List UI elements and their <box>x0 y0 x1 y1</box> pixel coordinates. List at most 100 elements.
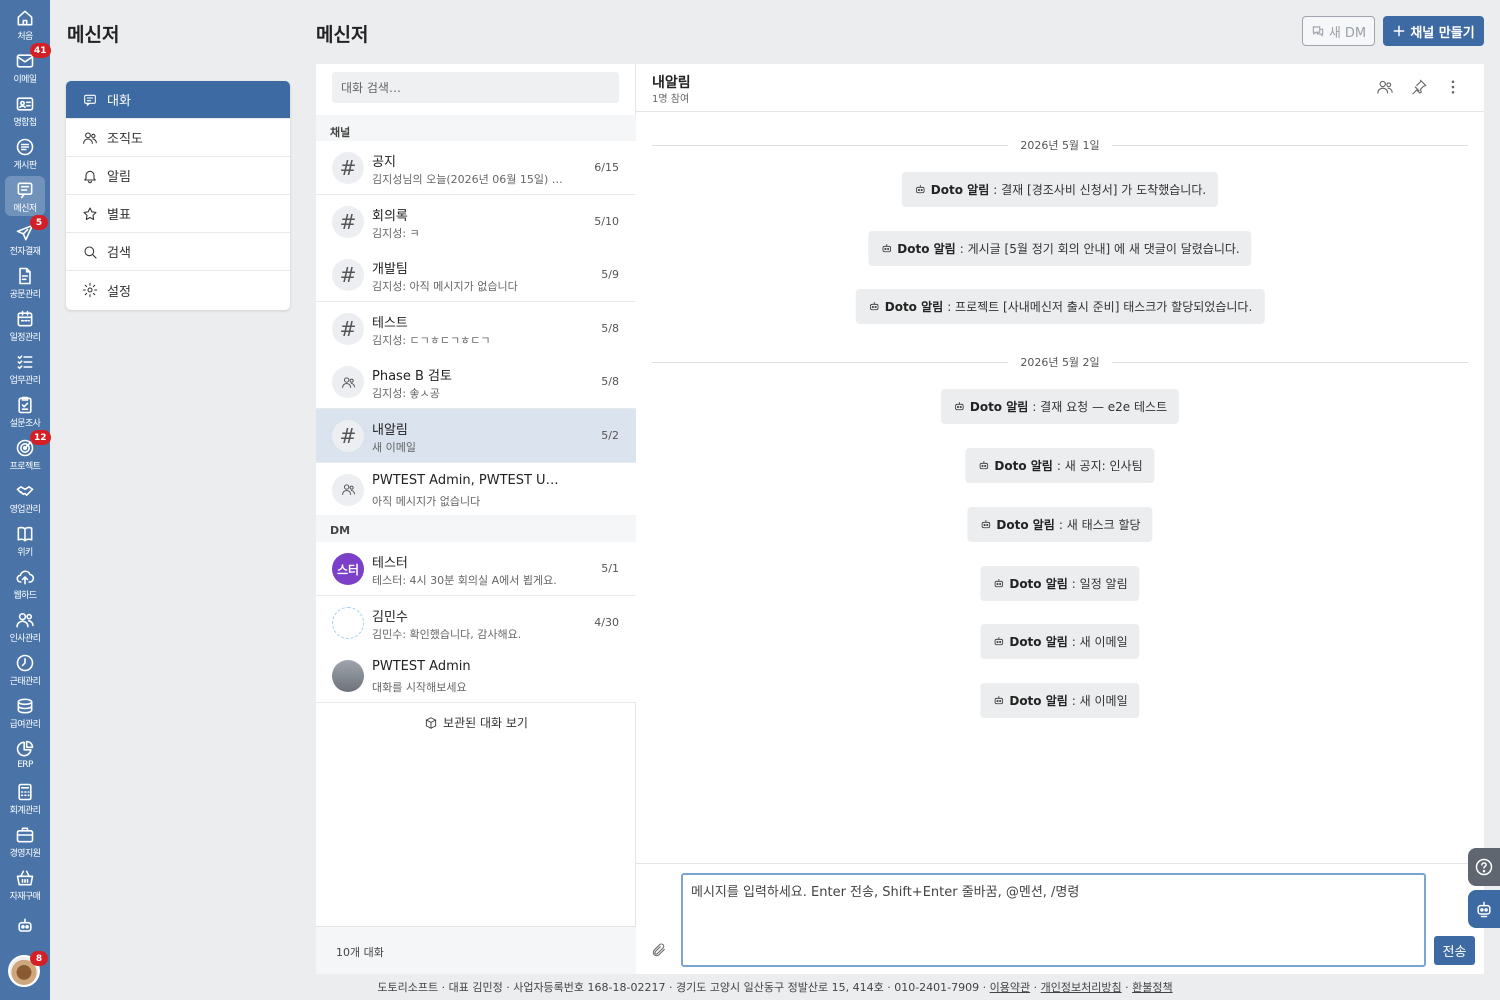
nav-item-chat[interactable]: 대화 <box>66 81 290 119</box>
robot-icon <box>882 244 891 253</box>
rail-item-label: 프로젝트 <box>9 462 41 472</box>
archived-conversations-link[interactable]: 보관된 대화 보기 <box>316 714 636 731</box>
notification-badge: 5 <box>30 215 48 230</box>
privacy-link[interactable]: 개인정보처리방침 <box>1041 981 1122 994</box>
channel-hash-icon: # <box>332 205 364 238</box>
system-message: Doto 알림: 게시글 [5월 정기 회의 안내] 에 새 댓글이 달렸습니다… <box>868 231 1252 266</box>
rail-item-calculator[interactable]: 회계관리 <box>0 778 50 820</box>
conversation-preview: 새 이메일 <box>372 441 416 454</box>
rail-item-basket[interactable]: 자재구매 <box>0 864 50 906</box>
channel-row[interactable]: # 회의록 김지성: ㅋ 5/10 <box>316 194 636 249</box>
nav-item-label: 검색 <box>107 246 131 261</box>
rail-item-task-list[interactable]: 업무관리 <box>0 348 50 390</box>
channel-row[interactable]: PWTEST Admin, PWTEST User 아직 메시지가 없습니다 <box>316 462 636 517</box>
rail-item-business-card[interactable]: 명함첩 <box>0 90 50 132</box>
channel-row[interactable]: Phase B 검토 김지성: 솧ㅅ공 5/8 <box>316 355 636 410</box>
channel-row[interactable]: # 공지김지성님의 오늘(2026년 06월 15일) 업무 보고 6/15 <box>316 141 636 195</box>
rail-item-target[interactable]: 프로젝트 12 <box>0 430 51 476</box>
conversation-preview: 아직 메시지가 없습니다 <box>372 494 481 508</box>
plus-icon <box>1393 25 1405 37</box>
robot-icon <box>870 302 879 311</box>
rail-item-approval[interactable]: 전자결재 5 <box>0 215 50 261</box>
conversation-name: 공지 <box>372 155 396 170</box>
conversation-name: 테스트 <box>372 315 408 331</box>
channel-hash-icon: # <box>332 259 364 292</box>
org-chart-icon <box>83 131 97 144</box>
notification-badge: 8 <box>30 951 48 966</box>
rail-item-book[interactable]: 위키 <box>0 520 50 562</box>
attach-button[interactable] <box>651 942 667 958</box>
dm-row[interactable]: PWTEST Admin 대화를 시작해보세요 <box>316 649 636 704</box>
date-separator: 2026년 5월 1일 <box>652 135 1468 155</box>
help-button[interactable] <box>1468 848 1500 886</box>
rail-item-cloud-upload[interactable]: 웹하드 <box>0 563 50 605</box>
rail-item-briefcase[interactable]: 경영지원 <box>0 821 50 863</box>
conversation-preview: 김지성님의 오늘(2026년 06월 15일) 업무 보고 <box>372 173 564 186</box>
channel-row[interactable]: # 내알림 새 이메일 5/2 <box>316 409 636 463</box>
dm-row[interactable]: 스터 테스터 테스터: 4시 30분 회의실 A에서 뵙게요. 5/1 <box>316 542 636 596</box>
nav-item-star[interactable]: 별표 <box>66 195 290 233</box>
nav-item-org-chart[interactable]: 조직도 <box>66 119 290 157</box>
conversation-count: 10개 대화 <box>316 926 636 974</box>
channel-row[interactable]: # 테스트 김지성: ㄷㄱㅎㄷㄱㅎㄷㄱ 5/8 <box>316 301 636 356</box>
dm-row[interactable]: 김민수 김민수: 확인했습니다, 감사해요. 4/30 <box>316 595 636 650</box>
conversation-name: PWTEST Admin <box>372 659 471 675</box>
survey-icon <box>18 396 32 414</box>
conversation-search-input[interactable] <box>332 72 619 103</box>
more-options-button[interactable] <box>1444 78 1462 96</box>
conversation-name: 개발팀 <box>372 262 408 278</box>
channels-section-label: 채널 <box>316 115 636 142</box>
rail-item-clock[interactable]: 근태관리 <box>0 649 50 691</box>
nav-item-bell[interactable]: 알림 <box>66 157 290 195</box>
refund-link[interactable]: 환불정책 <box>1132 981 1172 994</box>
chat-header: 내알림 1명 참여 <box>636 64 1484 112</box>
search-icon <box>84 245 97 259</box>
rail-item-document[interactable]: 공문관리 <box>0 262 50 304</box>
rail-item-coins[interactable]: 급여관리 <box>0 692 50 734</box>
nav-item-gear[interactable]: 설정 <box>66 271 290 309</box>
conversation-name: PWTEST Admin, PWTEST User <box>372 472 562 488</box>
rail-item-label: 일정관리 <box>9 333 41 343</box>
send-button[interactable]: 전송 <box>1434 936 1475 965</box>
rail-item-home[interactable]: 처음 <box>0 4 50 46</box>
create-channel-label: 채널 만들기 <box>1410 25 1475 41</box>
terms-link[interactable]: 이용약관 <box>990 981 1030 994</box>
rail-item-people[interactable]: 인사관리 <box>0 606 50 648</box>
channel-row[interactable]: # 개발팀 김지성: 아직 메시지가 없습니다 5/9 <box>316 248 636 303</box>
chat-bubble-icon <box>1312 26 1324 37</box>
date-separator: 2026년 5월 2일 <box>652 352 1468 372</box>
conversation-name: 김민수 <box>372 609 408 625</box>
notification-badge: 41 <box>30 43 51 58</box>
conversation-date: 5/8 <box>601 321 619 335</box>
nav-item-search[interactable]: 검색 <box>66 233 290 271</box>
assistant-bot-button[interactable] <box>1468 890 1500 928</box>
user-avatar[interactable]: 8 <box>8 951 48 987</box>
message-composer: 전송 <box>636 863 1484 974</box>
conversation-preview: 김민수: 확인했습니다, 감사해요. <box>372 627 522 641</box>
rail-item-calendar[interactable]: 일정관리 <box>0 305 50 347</box>
gear-icon <box>82 282 98 298</box>
rail-item-handshake[interactable]: 영업관리 <box>0 477 50 519</box>
rail-item-robot[interactable] <box>0 912 50 954</box>
create-channel-button[interactable]: 채널 만들기 <box>1383 16 1484 46</box>
rail-item-pie-chart[interactable]: ERP <box>0 735 50 777</box>
new-dm-button[interactable]: 새 DM <box>1302 16 1375 46</box>
message-sender: Doto 알림 <box>1009 694 1068 708</box>
message-sender: Doto 알림 <box>1009 577 1068 591</box>
page-title: 메신저 <box>316 24 369 46</box>
rail-item-messenger[interactable]: 메신저 <box>0 176 50 218</box>
rail-item-label: 인사관리 <box>9 634 41 644</box>
members-button[interactable] <box>1376 78 1394 96</box>
rail-item-label: 설문조사 <box>9 419 41 429</box>
pin-button[interactable] <box>1410 78 1428 96</box>
calendar-icon <box>17 310 33 327</box>
message-input[interactable] <box>681 873 1426 967</box>
message-text: : 새 이메일 <box>1071 635 1128 649</box>
rail-item-survey[interactable]: 설문조사 <box>0 391 50 433</box>
rail-item-label: 전자결재 <box>9 247 41 257</box>
rail-item-mail[interactable]: 이메일 41 <box>0 43 51 89</box>
message-sender: Doto 알림 <box>930 183 990 197</box>
message-text: : 새 태스크 할당 <box>1058 518 1141 532</box>
system-message: Doto 알림: 새 이메일 <box>980 683 1140 718</box>
rail-item-board[interactable]: 게시판 <box>0 133 50 175</box>
